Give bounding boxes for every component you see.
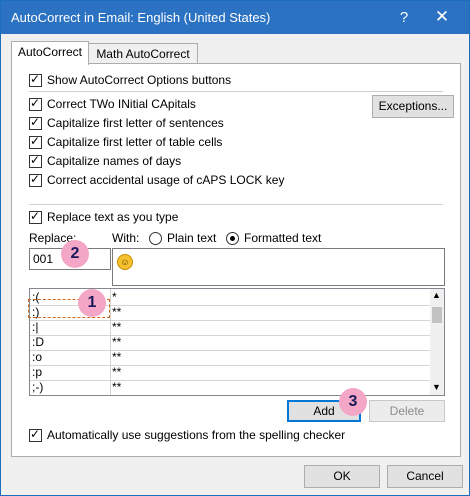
- show-buttons-label: Show AutoCorrect Options buttons: [47, 73, 232, 87]
- autocorrect-dialog: AutoCorrect in Email: English (United St…: [0, 0, 470, 496]
- first-letter-cells-label: Capitalize first letter of table cells: [47, 135, 223, 149]
- two-initial-label: Correct TWo INitial CApitals: [47, 97, 196, 111]
- list-scrollbar[interactable]: ▲ ▼: [430, 289, 444, 395]
- checkbox-box: [29, 96, 42, 111]
- checkbox-box: [29, 153, 42, 168]
- ok-button[interactable]: OK: [304, 465, 380, 488]
- with-label: With:: [112, 231, 140, 245]
- show-buttons-checkbox[interactable]: Show AutoCorrect Options buttons: [29, 72, 232, 87]
- exceptions-button[interactable]: Exceptions...: [372, 95, 454, 118]
- list-item[interactable]: ;-) **: [30, 379, 430, 395]
- checkbox-box: [29, 134, 42, 149]
- checkbox-box: [29, 427, 42, 442]
- with-input[interactable]: [112, 248, 445, 286]
- tab-autocorrect[interactable]: AutoCorrect: [11, 41, 89, 65]
- caps-lock-label: Correct accidental usage of cAPS LOCK ke…: [47, 173, 285, 187]
- list-item-with: **: [112, 305, 122, 319]
- list-item-with: **: [112, 350, 122, 364]
- cancel-button[interactable]: Cancel: [387, 465, 463, 488]
- two-initial-checkbox[interactable]: Correct TWo INitial CApitals: [29, 96, 196, 111]
- scrollbar-thumb[interactable]: [432, 307, 442, 323]
- list-item-with: **: [112, 320, 122, 334]
- smiley-icon: ☺: [117, 254, 133, 270]
- delete-button[interactable]: Delete: [369, 400, 445, 422]
- title-bar: AutoCorrect in Email: English (United St…: [1, 1, 469, 34]
- radio-circle: [226, 231, 239, 245]
- list-item-with: **: [112, 335, 122, 349]
- callout-badge-3: 3: [339, 388, 367, 416]
- list-item-replace: ;-): [32, 380, 44, 394]
- callout-badge-2: 2: [61, 240, 89, 268]
- first-letter-cells-checkbox[interactable]: Capitalize first letter of table cells: [29, 134, 223, 149]
- replace-as-type-checkbox[interactable]: Replace text as you type: [29, 209, 179, 224]
- checkbox-box: [29, 115, 42, 130]
- chevron-up-icon[interactable]: ▲: [432, 290, 441, 300]
- tab-math-autocorrect[interactable]: Math AutoCorrect: [88, 43, 198, 64]
- formatted-text-radio[interactable]: Formatted text: [226, 231, 321, 245]
- window-title: AutoCorrect in Email: English (United St…: [11, 10, 271, 25]
- list-item-with: **: [112, 380, 122, 394]
- help-button[interactable]: ?: [389, 7, 419, 29]
- plain-text-radio[interactable]: Plain text: [149, 231, 216, 245]
- chevron-down-icon[interactable]: ▼: [432, 382, 441, 392]
- first-letter-sentences-label: Capitalize first letter of sentences: [47, 116, 224, 130]
- auto-suggestions-label: Automatically use suggestions from the s…: [47, 428, 346, 442]
- list-item-replace: :D: [32, 335, 44, 349]
- first-letter-sentences-checkbox[interactable]: Capitalize first letter of sentences: [29, 115, 224, 130]
- list-item-with: *: [112, 290, 117, 304]
- list-item-replace: :o: [32, 350, 43, 364]
- callout-badge-1: 1: [78, 289, 106, 317]
- autocorrect-panel: Show AutoCorrect Options buttons Correct…: [11, 63, 461, 457]
- names-days-label: Capitalize names of days: [47, 154, 182, 168]
- close-button[interactable]: ✕: [427, 5, 457, 29]
- replace-input-value: 001: [33, 252, 54, 266]
- replace-as-type-label: Replace text as you type: [47, 210, 179, 224]
- radio-circle: [149, 231, 162, 245]
- caps-lock-checkbox[interactable]: Correct accidental usage of cAPS LOCK ke…: [29, 172, 285, 187]
- plain-text-label: Plain text: [167, 231, 217, 245]
- list-item-replace: :p: [32, 365, 43, 379]
- divider: [29, 204, 443, 205]
- formatted-text-label: Formatted text: [244, 231, 322, 245]
- checkbox-box: [29, 172, 42, 187]
- list-item-replace: :|: [32, 320, 39, 334]
- divider: [29, 91, 443, 92]
- names-days-checkbox[interactable]: Capitalize names of days: [29, 153, 182, 168]
- checkbox-box: [29, 209, 42, 224]
- checkbox-box: [29, 72, 42, 87]
- list-item-with: **: [112, 365, 122, 379]
- auto-suggestions-checkbox[interactable]: Automatically use suggestions from the s…: [29, 427, 346, 442]
